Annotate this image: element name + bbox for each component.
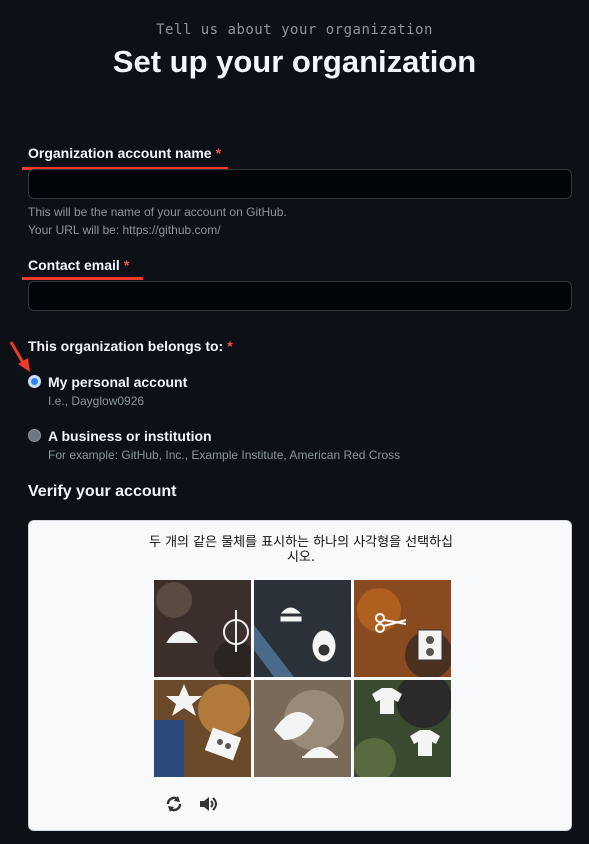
contact-email-label-text: Contact email [28, 257, 120, 273]
captcha-tile-6[interactable] [354, 680, 451, 777]
captcha-tile-5[interactable] [254, 680, 351, 777]
tile-image [254, 680, 351, 777]
org-name-label-text: Organization account name [28, 145, 212, 161]
org-name-input[interactable] [28, 169, 572, 199]
tile-image [154, 680, 251, 777]
belongs-to-label: This organization belongs to: * [28, 338, 233, 354]
captcha-tools [163, 793, 219, 815]
captcha-instruction: 두 개의 같은 물체를 표시하는 하나의 사각형을 선택하십시오. [149, 535, 454, 565]
tile-image [154, 580, 251, 677]
page-title: Set up your organization [112, 44, 477, 79]
audio-icon[interactable] [197, 793, 219, 815]
org-name-label: Organization account name * [28, 145, 221, 161]
radio-personal-account-label[interactable]: My personal account [48, 374, 187, 390]
contact-email-input[interactable] [28, 281, 572, 311]
required-mark: * [215, 145, 222, 161]
required-mark: * [227, 338, 233, 354]
captcha-tile-4[interactable] [154, 680, 251, 777]
radio-personal-account[interactable] [28, 375, 41, 388]
org-name-hint-line1: This will be the name of your account on… [28, 205, 287, 219]
radio-personal-account-hint: I.e., Dayglow0926 [48, 394, 145, 408]
captcha-tile-3[interactable] [354, 580, 451, 677]
annotation-underline [22, 277, 143, 280]
radio-business-label[interactable]: A business or institution [48, 428, 212, 444]
org-name-hint: This will be the name of your account on… [28, 203, 287, 239]
page-subtitle: Tell us about your organization [156, 22, 433, 38]
belongs-to-label-text: This organization belongs to: [28, 338, 224, 354]
refresh-icon[interactable] [163, 793, 185, 815]
captcha-box: 두 개의 같은 물체를 표시하는 하나의 사각형을 선택하십시오. [28, 520, 572, 831]
radio-business-hint: For example: GitHub, Inc., Example Insti… [48, 448, 401, 462]
contact-email-label: Contact email * [28, 257, 129, 273]
annotation-arrow-icon [9, 341, 30, 372]
tile-image [254, 580, 351, 677]
tile-image [354, 580, 451, 677]
org-name-hint-line2: Your URL will be: https://github.com/ [28, 223, 221, 237]
verify-title: Verify your account [28, 483, 177, 500]
captcha-tile-2[interactable] [254, 580, 351, 677]
required-mark: * [123, 257, 130, 273]
radio-business[interactable] [28, 429, 41, 442]
captcha-grid [154, 580, 451, 777]
tile-image [354, 680, 451, 777]
captcha-tile-1[interactable] [154, 580, 251, 677]
